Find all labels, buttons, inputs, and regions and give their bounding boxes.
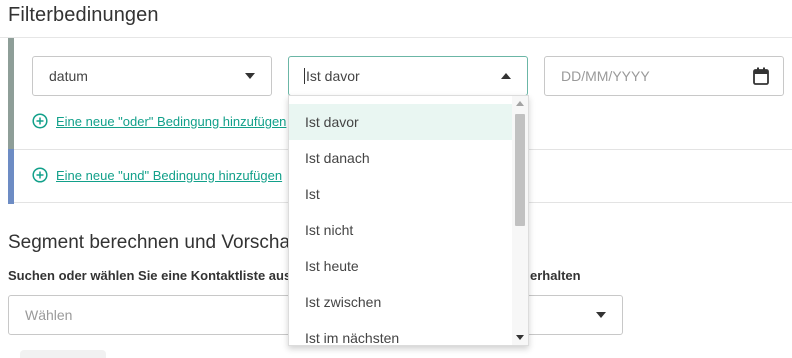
plus-circle-icon <box>32 167 48 183</box>
contact-list-hint: Suchen oder wählen Sie eine Kontaktliste… <box>8 268 292 283</box>
dropdown-option[interactable]: Ist nicht <box>289 212 513 248</box>
plus-circle-icon <box>32 113 48 129</box>
dropdown-option[interactable]: Ist heute <box>289 248 513 284</box>
dropdown-option[interactable]: Ist <box>289 176 513 212</box>
calendar-icon[interactable] <box>753 67 769 85</box>
dropdown-option[interactable]: Ist im nächsten <box>289 320 513 345</box>
field-select-value: datum <box>49 68 88 84</box>
or-group-indicator <box>8 38 14 149</box>
add-and-condition-label: Eine neue "und" Bedingung hinzufügen <box>56 167 283 183</box>
text-cursor <box>304 68 305 84</box>
and-group-indicator <box>8 149 14 204</box>
operator-select[interactable]: Ist davor <box>288 56 528 96</box>
add-and-condition-link[interactable]: Eine neue "und" Bedingung hinzufügen <box>32 167 282 183</box>
dropdown-option[interactable]: Ist zwischen <box>289 284 513 320</box>
date-placeholder: DD/MM/YYYY <box>561 68 650 84</box>
segment-heading: Segment berechnen und Vorschau <box>8 232 301 253</box>
chevron-down-icon <box>596 312 606 318</box>
add-or-condition-label: Eine neue "oder" Bedingung hinzufügen <box>56 113 287 129</box>
add-or-condition-link[interactable]: Eine neue "oder" Bedingung hinzufügen <box>32 113 286 129</box>
chevron-down-icon <box>245 73 255 79</box>
scroll-up-arrow-icon[interactable] <box>516 101 524 106</box>
operator-dropdown-menu: Ist davor Ist danach Ist Ist nicht Ist h… <box>288 95 529 346</box>
page-title: Filterbedinungen <box>8 4 159 26</box>
scroll-down-arrow-icon[interactable] <box>516 335 524 340</box>
date-field[interactable]: DD/MM/YYYY <box>544 56 784 96</box>
contact-list-hint-end: erhalten <box>530 268 581 283</box>
operator-select-value: Ist davor <box>306 68 360 84</box>
dropdown-option[interactable]: Ist danach <box>289 140 513 176</box>
scrollbar-thumb[interactable] <box>515 114 525 226</box>
chevron-up-icon <box>501 73 511 79</box>
dropdown-scrollbar[interactable] <box>512 96 528 345</box>
dropdown-option[interactable]: Ist davor <box>289 104 513 140</box>
partial-button[interactable] <box>20 350 106 358</box>
field-select[interactable]: datum <box>32 56 272 96</box>
